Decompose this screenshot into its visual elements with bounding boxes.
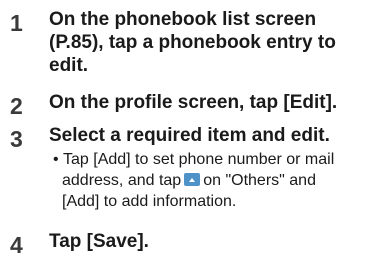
- step-note: • Tap [Add] to set phone number or mail a…: [53, 149, 373, 212]
- step-title-line: On the profile screen, tap [Edit].: [49, 92, 338, 113]
- step-title: Tap [Save].: [49, 230, 369, 253]
- note-text: on "Others" and: [203, 172, 316, 189]
- step-number: 3: [10, 126, 23, 152]
- note-line-1: • Tap [Add] to set phone number or mail: [53, 149, 373, 170]
- step-number: 4: [10, 232, 23, 258]
- bullet: •: [53, 151, 59, 168]
- step-title-line: edit.: [49, 55, 89, 76]
- note-text: [Add] to add information.: [62, 193, 237, 210]
- note-line-3: [Add] to add information.: [53, 191, 373, 212]
- step-title-line: (P.85), tap a phonebook entry to: [49, 32, 336, 53]
- up-arrow-icon: [184, 173, 201, 186]
- step-number: 2: [10, 93, 23, 119]
- step-number: 1: [10, 10, 23, 36]
- note-text: Tap [Add] to set phone number or mail: [63, 151, 335, 168]
- note-line-2: address, and tap on "Others" and: [53, 170, 373, 191]
- instruction-steps: 1 On the phonebook list screen (P.85), t…: [0, 0, 380, 266]
- step-title-line: Select a required item and edit.: [49, 125, 330, 146]
- step-title-line: On the phonebook list screen: [49, 9, 317, 30]
- step-title-line: Tap [Save].: [49, 231, 149, 252]
- step-title: On the phonebook list screen (P.85), tap…: [49, 8, 369, 77]
- step-title: On the profile screen, tap [Edit].: [49, 91, 369, 114]
- step-title: Select a required item and edit.: [49, 124, 369, 147]
- note-text: address, and tap: [62, 172, 182, 189]
